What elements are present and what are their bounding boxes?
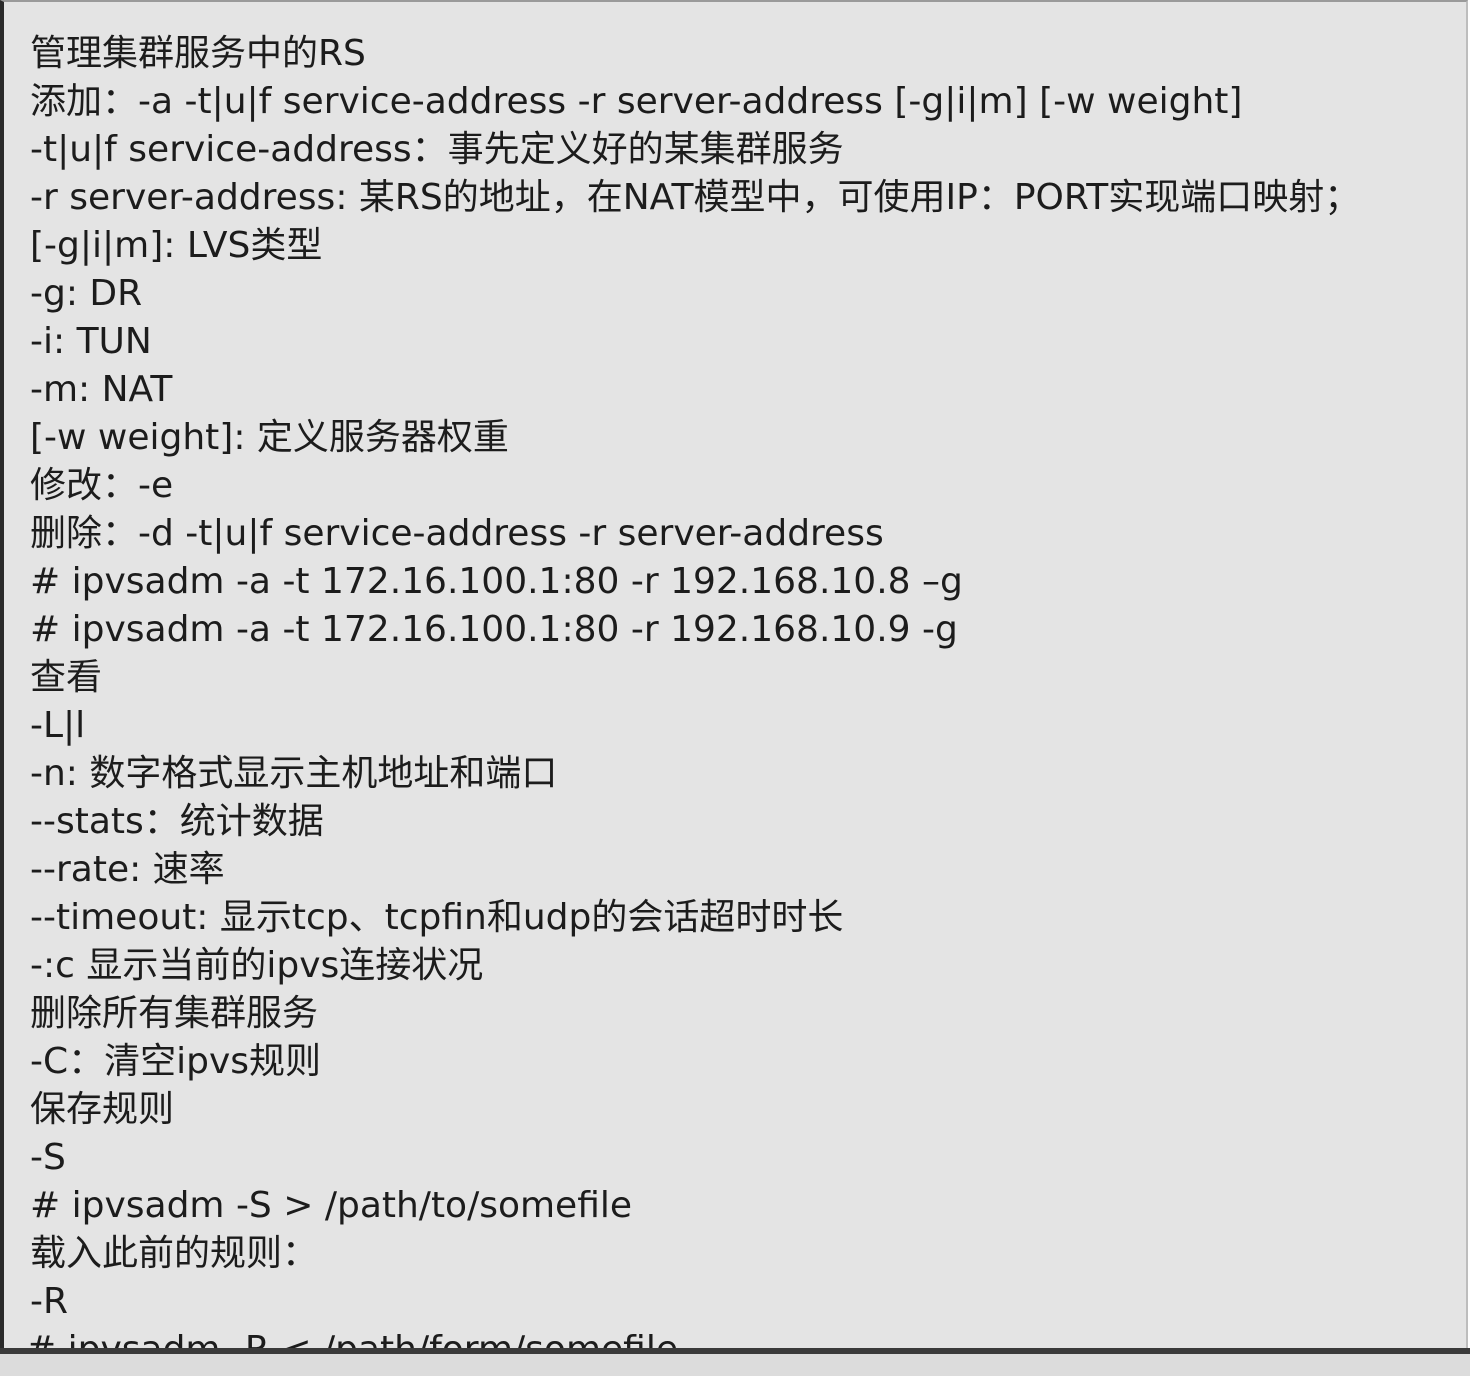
document-panel: 管理集群服务中的RS 添加：-a -t|u|f service-address … [0,0,1468,1348]
text-line: -t|u|f service-address：事先定义好的某集群服务 [30,129,844,170]
text-line: 删除所有集群服务 [30,993,319,1034]
text-line: -m: NAT [30,369,173,410]
text-line: --rate: 速率 [30,849,225,890]
below-panel-area [0,1354,1470,1376]
text-line: -S [30,1137,66,1178]
text-line: -:c 显示当前的ipvs连接状况 [30,945,484,986]
text-line: -i: TUN [30,321,152,362]
text-line: # ipvsadm -S > /path/to/somefile [30,1185,633,1226]
text-line: 查看 [30,657,103,698]
text-line: 修改：-e [30,465,174,506]
text-line: # ipvsadm -a -t 172.16.100.1:80 -r 192.1… [30,561,963,602]
text-line: 载入此前的规则： [30,1233,319,1274]
text-line: 添加：-a -t|u|f service-address -r server-a… [30,81,1243,122]
text-line: # ipvsadm -a -t 172.16.100.1:80 -r 192.1… [30,609,958,650]
text-line: -L|l [30,705,86,746]
text-line: [-w weight]: 定义服务器权重 [30,417,509,458]
text-line: --timeout: 显示tcp、tcpfin和udp的会话超时时长 [30,897,844,938]
text-line: -n: 数字格式显示主机地址和端口 [30,753,558,794]
text-line: -C：清空ipvs规则 [30,1041,322,1082]
text-line: -R [30,1281,69,1322]
text-line: [-g|i|m]: LVS类型 [30,225,323,266]
text-line: --stats：统计数据 [30,801,324,842]
text-line: -g: DR [30,273,143,314]
text-line: 删除：-d -t|u|f service-address -r server-a… [30,513,884,554]
text-line: 保存规则 [30,1089,175,1130]
document-text: 管理集群服务中的RS 添加：-a -t|u|f service-address … [30,30,1462,1326]
text-line: -r server-address: 某RS的地址，在NAT模型中，可使用IP：… [30,177,1361,218]
text-line: 管理集群服务中的RS [30,33,366,74]
